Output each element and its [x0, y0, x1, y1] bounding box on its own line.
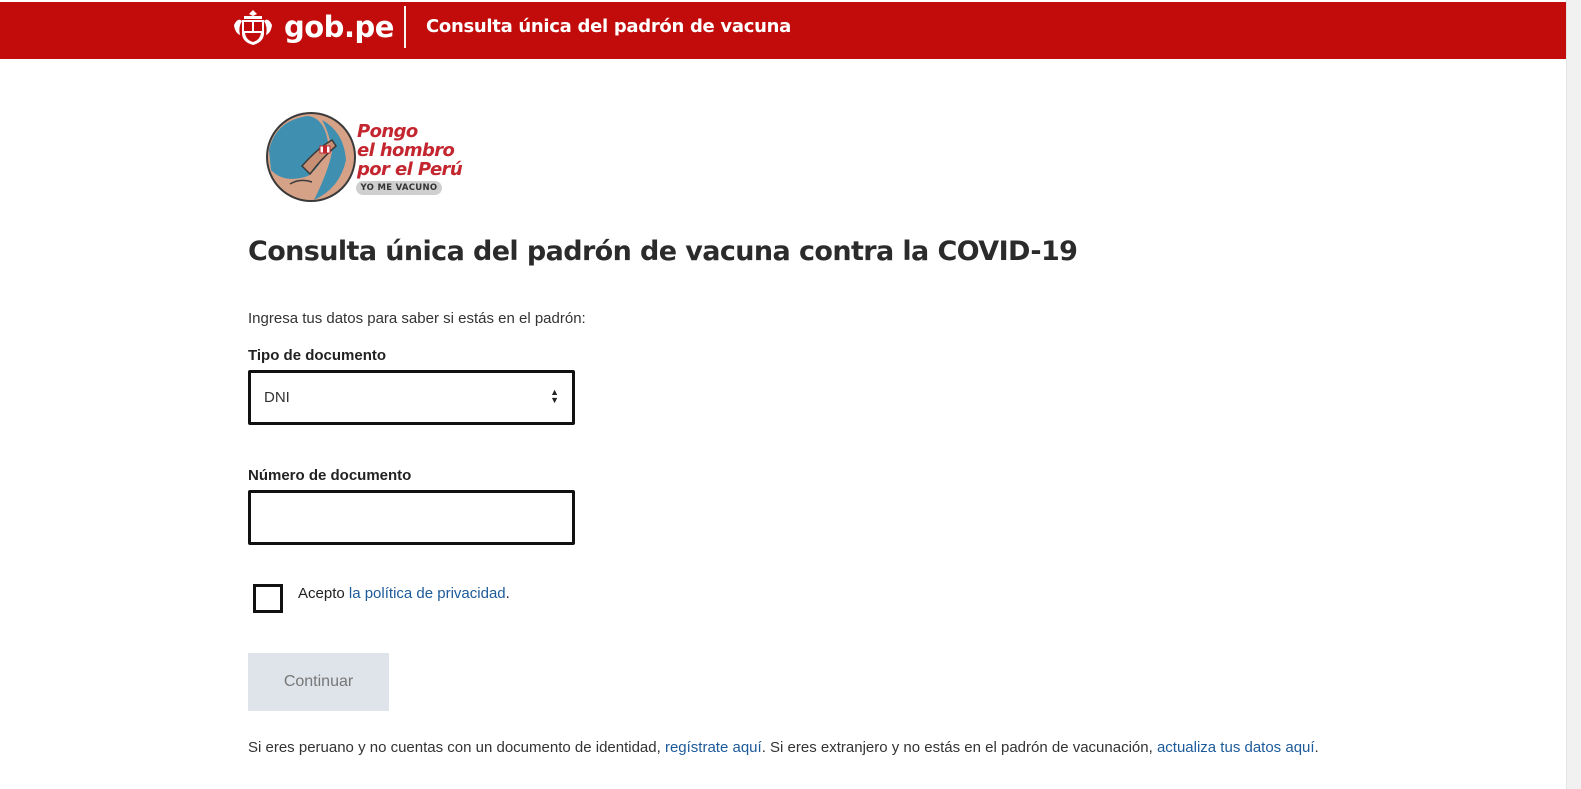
continue-button[interactable]: Continuar [248, 653, 389, 711]
slogan-line-1: Pongo [357, 121, 418, 142]
footer-text-1: Si eres peruano y no cuentas con un docu… [248, 739, 665, 756]
vertical-scrollbar[interactable] [1566, 0, 1581, 789]
register-link[interactable]: regístrate aquí [665, 739, 762, 756]
intro-text: Ingresa tus datos para saber si estás en… [248, 310, 586, 327]
page-title: Consulta única del padrón de vacuna cont… [248, 236, 1078, 267]
accept-suffix: . [505, 585, 510, 602]
accept-prefix: Acepto [298, 585, 349, 602]
slogan-line-2: el hombro [357, 140, 455, 161]
top-header-bar: gob.pe Consulta única del padrón de vacu… [0, 2, 1566, 59]
footer-note: Si eres peruano y no cuentas con un docu… [248, 736, 1358, 760]
footer-text-3: . [1314, 739, 1319, 756]
document-type-value: DNI [264, 389, 290, 406]
campaign-slogan: Pongo el hombro por el Perú [357, 121, 463, 180]
campaign-pill: YO ME VACUNO [356, 181, 442, 195]
privacy-checkbox[interactable] [253, 584, 283, 613]
footer-text-2: . Si eres extranjero y no estás en el pa… [761, 739, 1157, 756]
privacy-accept-text: Acepto la política de privacidad. [298, 585, 510, 602]
site-title: Consulta única del padrón de vacuna [426, 16, 791, 37]
brand-name: gob.pe [284, 10, 394, 44]
privacy-policy-link[interactable]: la política de privacidad [349, 585, 506, 602]
gobpe-brand-link[interactable]: gob.pe [232, 7, 394, 47]
document-number-input[interactable] [248, 490, 575, 545]
slogan-line-3: por el Perú [357, 159, 463, 180]
document-type-label: Tipo de documento [248, 347, 387, 364]
update-data-link[interactable]: actualiza tus datos aquí [1157, 739, 1315, 756]
sort-arrows-icon: ▲ ▼ [550, 387, 559, 405]
peru-coat-of-arms-icon [234, 10, 272, 45]
document-type-select[interactable]: DNI ▲ ▼ [248, 370, 575, 425]
document-number-label: Número de documento [248, 467, 412, 484]
header-divider [404, 6, 406, 48]
